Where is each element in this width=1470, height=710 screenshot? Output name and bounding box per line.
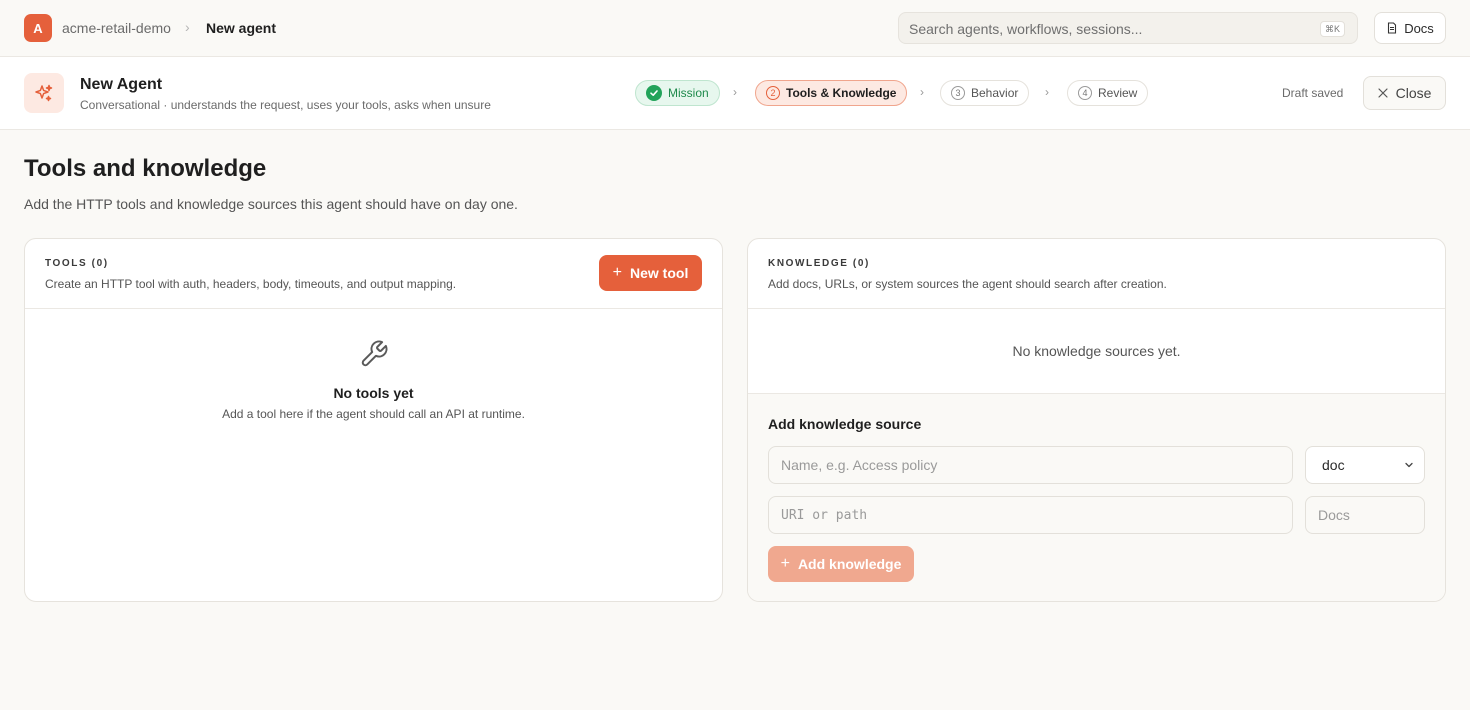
- step-review[interactable]: 4 Review: [1067, 80, 1149, 106]
- chevron-down-icon: [1405, 462, 1413, 468]
- wrench-icon: [361, 340, 387, 367]
- page-title: Tools and knowledge: [24, 155, 267, 182]
- search-input[interactable]: Search agents, workflows, sessions... ⌘K: [898, 12, 1358, 44]
- docs-button-label: Docs: [1404, 20, 1434, 36]
- knowledge-label-placeholder: Docs: [1318, 507, 1350, 523]
- breadcrumb-workspace[interactable]: acme-retail-demo: [62, 20, 171, 36]
- workspace-avatar[interactable]: A: [24, 14, 52, 42]
- step-number: 4: [1078, 86, 1092, 100]
- page-subtitle: Add the HTTP tools and knowledge sources…: [24, 196, 518, 212]
- knowledge-name-field[interactable]: Name, e.g. Access policy: [768, 446, 1293, 484]
- plus-icon: +: [612, 264, 622, 281]
- search-shortcut-hint: ⌘K: [1319, 21, 1345, 37]
- new-tool-button-label: New tool: [630, 265, 689, 281]
- add-knowledge-button[interactable]: + Add knowledge: [768, 546, 914, 582]
- tools-count-label: TOOLS (0): [45, 258, 109, 269]
- top-bar: A acme-retail-demo › New agent Search ag…: [0, 0, 1470, 57]
- knowledge-type-select[interactable]: doc: [1305, 446, 1425, 484]
- agent-subtitle: Conversational · understands the request…: [80, 98, 491, 112]
- step-mission-label: Mission: [668, 86, 709, 100]
- close-button[interactable]: Close: [1363, 76, 1446, 110]
- draft-status: Draft saved: [1282, 86, 1344, 100]
- step-behavior-label: Behavior: [971, 86, 1019, 100]
- knowledge-empty-state: No knowledge sources yet.: [748, 309, 1445, 394]
- knowledge-card-header: KNOWLEDGE (0) Add docs, URLs, or system …: [748, 239, 1445, 309]
- tools-empty-title: No tools yet: [333, 385, 414, 401]
- step-tools-knowledge-label: Tools & Knowledge: [786, 86, 897, 100]
- tools-description: Create an HTTP tool with auth, headers, …: [45, 277, 457, 291]
- tools-card-header: TOOLS (0) Create an HTTP tool with auth,…: [25, 239, 722, 309]
- agent-header: New Agent Conversational · understands t…: [0, 57, 1470, 130]
- document-icon: [1388, 22, 1397, 34]
- close-button-label: Close: [1395, 85, 1432, 101]
- step-number: 2: [766, 86, 780, 100]
- knowledge-uri-field[interactable]: URI or path: [768, 496, 1293, 534]
- knowledge-empty-text: No knowledge sources yet.: [1012, 343, 1181, 359]
- step-behavior[interactable]: 3 Behavior: [940, 80, 1030, 106]
- knowledge-card: KNOWLEDGE (0) Add docs, URLs, or system …: [747, 238, 1446, 602]
- step-number: 3: [951, 86, 965, 100]
- tools-card: TOOLS (0) Create an HTTP tool with auth,…: [24, 238, 723, 602]
- check-circle-icon: [646, 85, 662, 101]
- breadcrumb-separator: ›: [185, 19, 190, 35]
- tools-empty-description: Add a tool here if the agent should call…: [222, 407, 525, 421]
- close-icon: [1377, 88, 1388, 98]
- knowledge-name-placeholder: Name, e.g. Access policy: [781, 457, 938, 473]
- add-knowledge-button-label: Add knowledge: [797, 556, 902, 572]
- agent-title: New Agent: [80, 76, 163, 93]
- sparkle-icon: [24, 73, 64, 113]
- step-mission[interactable]: Mission: [635, 80, 720, 106]
- new-tool-button[interactable]: + New tool: [599, 255, 702, 291]
- step-review-label: Review: [1098, 86, 1138, 100]
- knowledge-label-field[interactable]: Docs: [1305, 496, 1425, 534]
- knowledge-description: Add docs, URLs, or system sources the ag…: [768, 277, 1167, 291]
- knowledge-count-label: KNOWLEDGE (0): [768, 258, 870, 269]
- search-placeholder: Search agents, workflows, sessions...: [909, 21, 1143, 37]
- chevron-right-icon: ›: [733, 85, 737, 99]
- chevron-right-icon: ›: [1045, 85, 1049, 99]
- step-tools-knowledge[interactable]: 2 Tools & Knowledge: [755, 80, 908, 106]
- knowledge-type-value: doc: [1322, 457, 1345, 473]
- plus-icon: +: [780, 555, 790, 572]
- chevron-right-icon: ›: [920, 85, 924, 99]
- breadcrumb-current-page: New agent: [206, 20, 277, 36]
- add-knowledge-form: Add knowledge source Name, e.g. Access p…: [748, 394, 1445, 601]
- docs-button[interactable]: Docs: [1374, 12, 1446, 44]
- add-knowledge-title: Add knowledge source: [768, 416, 922, 432]
- tools-empty-state: No tools yet Add a tool here if the agen…: [25, 339, 722, 421]
- knowledge-uri-placeholder: URI or path: [781, 507, 868, 523]
